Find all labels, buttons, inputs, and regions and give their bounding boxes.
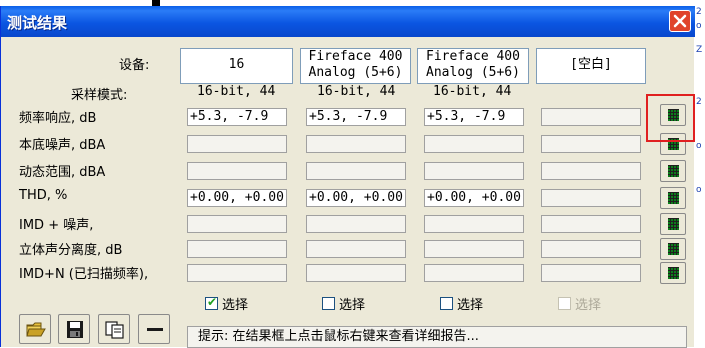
row-label-dynamic-range: 动态范围, dBA xyxy=(19,165,106,180)
select-checkbox-2[interactable]: 选择 xyxy=(322,294,365,313)
select-checkbox-1[interactable]: ✔ 选择 xyxy=(205,294,248,313)
title-bar[interactable]: 测试结果 xyxy=(1,6,695,37)
close-button[interactable] xyxy=(669,10,691,32)
result-cell[interactable] xyxy=(541,215,641,233)
result-cell[interactable]: +0.00, +0.00 xyxy=(306,189,406,207)
open-folder-icon xyxy=(26,322,46,337)
sampling-mode-3: 16-bit, 44 xyxy=(433,84,512,99)
save-button[interactable] xyxy=(58,314,90,344)
graph-icon xyxy=(668,192,679,204)
row-label-frequency-response: 频率响应, dB xyxy=(19,111,97,126)
row-label-noise-floor: 本底噪声, dBA xyxy=(19,138,106,153)
sampling-mode-1: 16-bit, 44 xyxy=(197,84,276,99)
result-cell[interactable]: +5.3, -7.9 xyxy=(424,108,524,126)
graph-button-imd-swept[interactable] xyxy=(660,262,686,284)
row-label-imd-swept: IMD+N (已扫描频率), xyxy=(19,267,149,282)
device-slot-2[interactable]: Fireface 400 Analog (5+6) xyxy=(300,48,411,84)
copy-icon xyxy=(105,321,124,339)
result-cell[interactable]: +5.3, -7.9 xyxy=(187,108,287,126)
checkbox xyxy=(558,297,571,310)
device-channel: Analog (5+6) xyxy=(426,65,520,80)
device-slot-3[interactable]: Fireface 400 Analog (5+6) xyxy=(417,48,529,84)
annotation-highlight-box xyxy=(646,94,695,142)
device-name: Fireface 400 xyxy=(426,49,520,64)
result-cell[interactable] xyxy=(306,135,406,153)
row-label-stereo-crosstalk: 立体声分离度, dB xyxy=(19,243,123,258)
result-cell[interactable] xyxy=(187,162,287,180)
save-icon xyxy=(67,321,83,338)
device-channel: Analog (5+6) xyxy=(308,65,403,80)
row-label-imd-noise: IMD + 噪声, xyxy=(19,218,94,233)
result-cell[interactable] xyxy=(424,162,524,180)
checkbox[interactable] xyxy=(322,297,335,310)
graph-button-stereo-crosstalk[interactable] xyxy=(660,238,686,260)
graph-icon xyxy=(668,267,679,279)
close-icon xyxy=(673,14,687,28)
result-cell[interactable] xyxy=(424,215,524,233)
result-cell[interactable] xyxy=(306,162,406,180)
graph-icon xyxy=(668,218,679,230)
background-app-strip: 2 o Z 2 o o xyxy=(694,0,705,347)
test-results-dialog: 测试结果 设备: 16 Fireface 400 Analog (5+6) Fi… xyxy=(0,6,695,348)
select-checkbox-4: 选择 xyxy=(558,294,601,313)
graph-button-dynamic-range[interactable] xyxy=(660,160,686,182)
device-name: 16 xyxy=(228,57,245,72)
hint-bar: 提示: 在结果框上点击鼠标右键来查看详细报告... xyxy=(187,326,687,348)
device-name: [空白] xyxy=(570,57,612,72)
result-cell[interactable]: +0.00, +0.00 xyxy=(424,189,524,207)
graph-icon xyxy=(668,165,679,177)
result-cell[interactable] xyxy=(187,240,287,258)
device-slot-1[interactable]: 16 xyxy=(180,48,293,84)
result-cell[interactable] xyxy=(187,215,287,233)
result-cell[interactable] xyxy=(306,264,406,282)
copy-button[interactable] xyxy=(98,314,130,344)
remove-button[interactable] xyxy=(138,314,170,344)
result-cell[interactable] xyxy=(306,215,406,233)
device-slot-4[interactable]: [空白] xyxy=(536,48,646,84)
device-name: Fireface 400 xyxy=(308,49,403,64)
row-label-thd: THD, % xyxy=(19,188,68,203)
select-checkbox-3[interactable]: 选择 xyxy=(440,294,483,313)
result-cell[interactable] xyxy=(541,108,641,126)
result-cell[interactable] xyxy=(541,135,641,153)
result-cell[interactable] xyxy=(541,240,641,258)
checkbox[interactable]: ✔ xyxy=(205,295,218,310)
minus-icon xyxy=(147,328,163,331)
window-title: 测试结果 xyxy=(7,14,68,32)
graph-icon xyxy=(668,243,679,255)
check-mark-icon: ✔ xyxy=(207,295,218,309)
devices-label: 设备: xyxy=(119,58,150,73)
result-cell[interactable] xyxy=(187,264,287,282)
graph-button-thd[interactable] xyxy=(660,187,686,209)
result-cell[interactable] xyxy=(424,264,524,282)
result-cell[interactable] xyxy=(306,240,406,258)
open-button[interactable] xyxy=(19,314,51,344)
graph-button-imd-noise[interactable] xyxy=(660,213,686,235)
result-cell[interactable] xyxy=(187,135,287,153)
sampling-mode-label: 采样模式: xyxy=(71,88,128,103)
result-cell[interactable] xyxy=(541,162,641,180)
result-cell[interactable]: +5.3, -7.9 xyxy=(306,108,406,126)
result-cell[interactable]: +0.00, +0.00 xyxy=(187,189,287,207)
sampling-mode-2: 16-bit, 44 xyxy=(317,84,396,99)
result-cell[interactable] xyxy=(541,264,641,282)
result-cell[interactable] xyxy=(424,135,524,153)
result-cell[interactable] xyxy=(424,240,524,258)
result-cell[interactable] xyxy=(541,189,641,207)
checkbox[interactable] xyxy=(440,297,453,310)
